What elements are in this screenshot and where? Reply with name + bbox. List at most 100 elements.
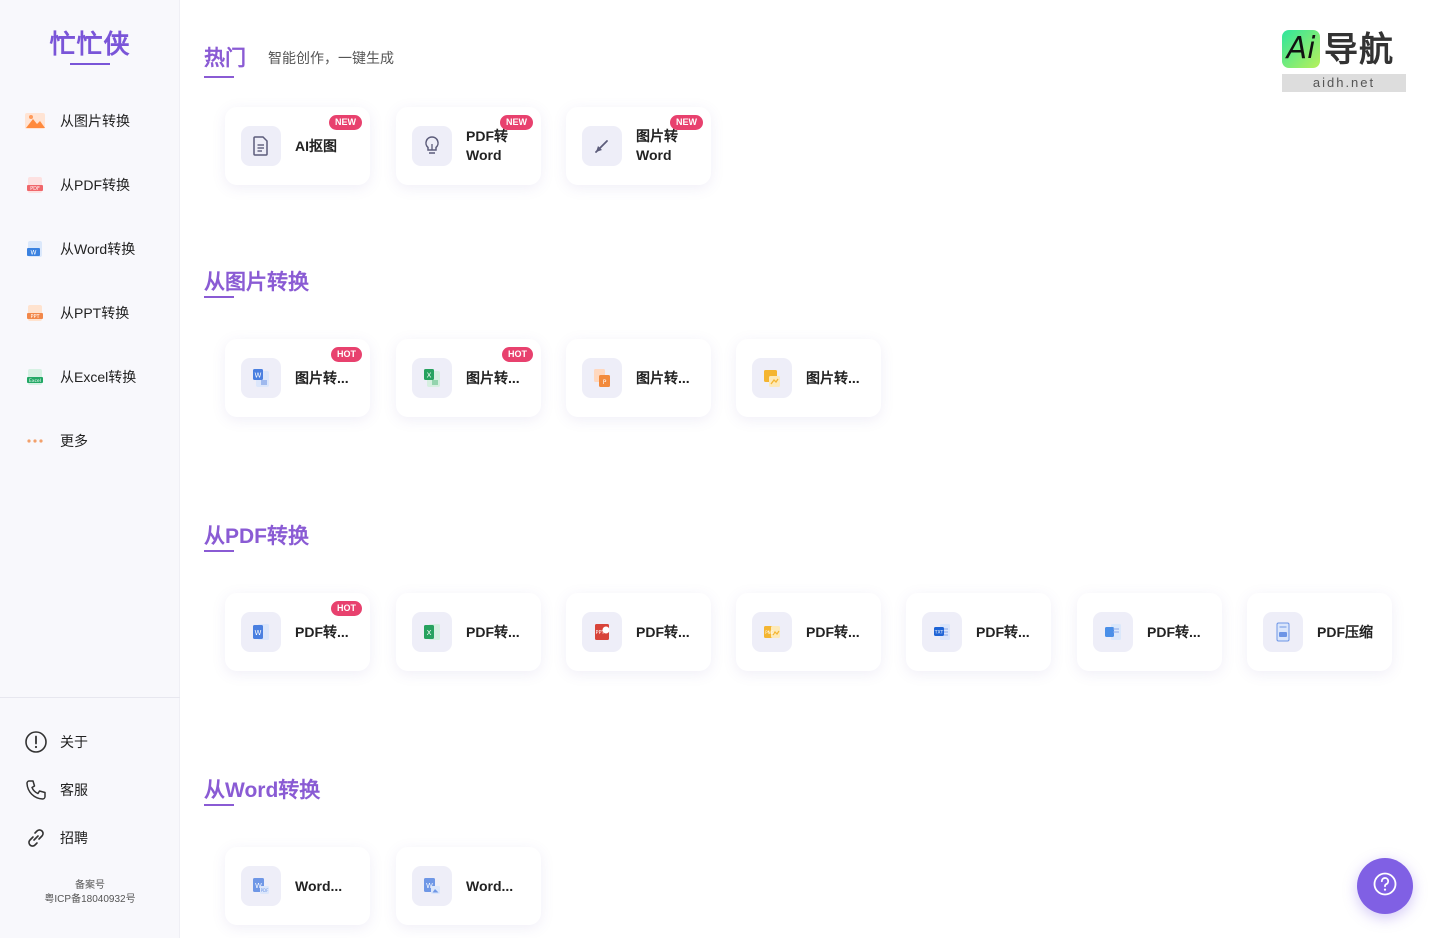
- sidebar-item-excel[interactable]: Excel 从Excel转换: [24, 363, 136, 391]
- document-icon: [241, 126, 281, 166]
- pdf-compress-icon: [1263, 612, 1303, 652]
- icp-number: 粤ICP备18040932号: [44, 894, 136, 905]
- image-icon: [24, 110, 46, 132]
- card-label: PDF转...: [636, 623, 690, 640]
- word-to-image-icon: W: [412, 866, 452, 906]
- card-label: Word...: [466, 877, 514, 894]
- sidebar-item-ppt[interactable]: PPT 从PPT转换: [24, 299, 129, 327]
- card-label-line1: PDF转: [466, 128, 508, 144]
- image-to-pdf-icon: [752, 358, 792, 398]
- new-badge: NEW: [500, 115, 533, 130]
- card-label: 图片转...: [806, 369, 860, 386]
- pdf-to-txt-icon: TXT: [922, 612, 962, 652]
- section-underline: [204, 296, 234, 298]
- card-image-to-word-2[interactable]: HOT W 图片转...: [225, 339, 370, 417]
- card-label: PDF转...: [806, 623, 860, 640]
- lightbulb-icon: [412, 126, 452, 166]
- watermark-name: 导航: [1324, 31, 1394, 69]
- image-to-ppt-icon: P: [582, 358, 622, 398]
- card-pdf-to-word-2[interactable]: HOT W PDF转...: [225, 593, 370, 671]
- pdf-to-word-icon: W: [241, 612, 281, 652]
- svg-text:PPT: PPT: [30, 314, 40, 320]
- aidh-watermark: Ai 导航 aidh.net: [1282, 30, 1406, 92]
- sidebar-item-more[interactable]: 更多: [24, 427, 88, 455]
- card-pdf-to-txt[interactable]: TXT PDF转...: [906, 593, 1051, 671]
- card-label: AI抠图: [295, 137, 337, 154]
- section-title-pdf: 从PDF转换: [204, 525, 309, 548]
- card-word-to-image[interactable]: W Word...: [396, 847, 541, 925]
- sidebar-item-label: 从PDF转换: [60, 177, 130, 193]
- icp-record[interactable]: 备案号 粤ICP备18040932号: [0, 879, 180, 907]
- word-to-pdf-icon: W PDF: [241, 866, 281, 906]
- sidebar-item-pdf[interactable]: PDF 从PDF转换: [24, 171, 130, 199]
- svg-text:W: W: [255, 629, 262, 637]
- svg-text:W: W: [255, 372, 262, 380]
- section-underline: [204, 804, 234, 806]
- section-underline: [204, 76, 234, 78]
- section-title-image: 从图片转换: [204, 271, 309, 294]
- pdf-to-ppt-icon: PPT: [582, 612, 622, 652]
- app-root: 忙忙侠 从图片转换 PDF 从PDF转换 W 从Word转换 PPT 从PPT转…: [0, 0, 1437, 938]
- section-title-word: 从Word转换: [204, 779, 321, 802]
- brand-logo[interactable]: 忙忙侠: [0, 24, 180, 61]
- svg-text:P: P: [603, 379, 607, 386]
- pdf-file-icon: PDF: [24, 174, 46, 196]
- card-label: 图片转 Word: [636, 127, 678, 165]
- card-pdf-to-excel[interactable]: X PDF转...: [396, 593, 541, 671]
- link-icon: [24, 826, 48, 850]
- pen-icon: [582, 126, 622, 166]
- sidebar-divider: [0, 697, 180, 698]
- image-to-excel-icon: X: [412, 358, 452, 398]
- sidebar-item-image[interactable]: 从图片转换: [24, 107, 130, 135]
- card-pdf-compress[interactable]: PDF压缩: [1247, 593, 1392, 671]
- sidebar-item-word[interactable]: W 从Word转换: [24, 235, 135, 263]
- svg-text:Excel: Excel: [29, 378, 41, 384]
- service-label: 客服: [60, 782, 88, 798]
- card-label: PDF压缩: [1317, 623, 1373, 640]
- card-pdf-to-ppt[interactable]: PPT PDF转...: [566, 593, 711, 671]
- card-pdf-to-html[interactable]: PDF转...: [1077, 593, 1222, 671]
- section-title-hot: 热门: [204, 47, 246, 70]
- image-to-word-icon: W: [241, 358, 281, 398]
- card-pdf-to-image[interactable]: PNG PDF转...: [736, 593, 881, 671]
- svg-text:PPT: PPT: [595, 630, 605, 636]
- sidebar-item-label: 从Excel转换: [60, 369, 137, 385]
- sidebar-jobs[interactable]: 招聘: [24, 825, 88, 851]
- sidebar-about[interactable]: 关于: [24, 729, 88, 755]
- card-image-to-word[interactable]: NEW 图片转 Word: [566, 107, 711, 185]
- ppt-file-icon: PPT: [24, 302, 46, 324]
- card-label-line2: Word: [466, 147, 502, 163]
- svg-text:PDF: PDF: [261, 888, 269, 893]
- card-label: 图片转...: [466, 369, 520, 386]
- svg-text:X: X: [427, 629, 432, 637]
- hot-badge: HOT: [331, 601, 362, 616]
- card-image-to-pdf[interactable]: 图片转...: [736, 339, 881, 417]
- watermark-ai-logo: Ai: [1282, 30, 1320, 68]
- card-word-to-pdf[interactable]: W PDF Word...: [225, 847, 370, 925]
- svg-text:PDF: PDF: [30, 186, 40, 192]
- card-label-line1: 图片转: [636, 128, 678, 144]
- hot-badge: HOT: [502, 347, 533, 362]
- svg-text:TXT: TXT: [934, 630, 944, 636]
- svg-text:W: W: [31, 250, 37, 257]
- card-ai-matting[interactable]: NEW AI抠图: [225, 107, 370, 185]
- logo-underline: [70, 63, 110, 65]
- card-label: PDF转...: [1147, 623, 1201, 640]
- watermark-url: aidh.net: [1282, 74, 1406, 92]
- card-image-to-excel[interactable]: HOT X 图片转...: [396, 339, 541, 417]
- card-image-to-ppt[interactable]: P 图片转...: [566, 339, 711, 417]
- question-icon: [1372, 871, 1398, 902]
- card-pdf-to-word[interactable]: NEW PDF转 Word: [396, 107, 541, 185]
- hot-badge: HOT: [331, 347, 362, 362]
- info-icon: [24, 730, 48, 754]
- phone-icon: [24, 778, 48, 802]
- card-label: PDF转...: [976, 623, 1030, 640]
- jobs-label: 招聘: [60, 830, 88, 846]
- pdf-to-image-icon: PNG: [752, 612, 792, 652]
- sidebar: 忙忙侠 从图片转换 PDF 从PDF转换 W 从Word转换 PPT 从PPT转…: [0, 0, 180, 938]
- sidebar-service[interactable]: 客服: [24, 777, 88, 803]
- section-subtitle: 智能创作，一键生成: [268, 50, 394, 66]
- sidebar-item-label: 更多: [60, 433, 88, 449]
- help-button[interactable]: [1357, 858, 1413, 914]
- sidebar-item-label: 从Word转换: [60, 241, 136, 257]
